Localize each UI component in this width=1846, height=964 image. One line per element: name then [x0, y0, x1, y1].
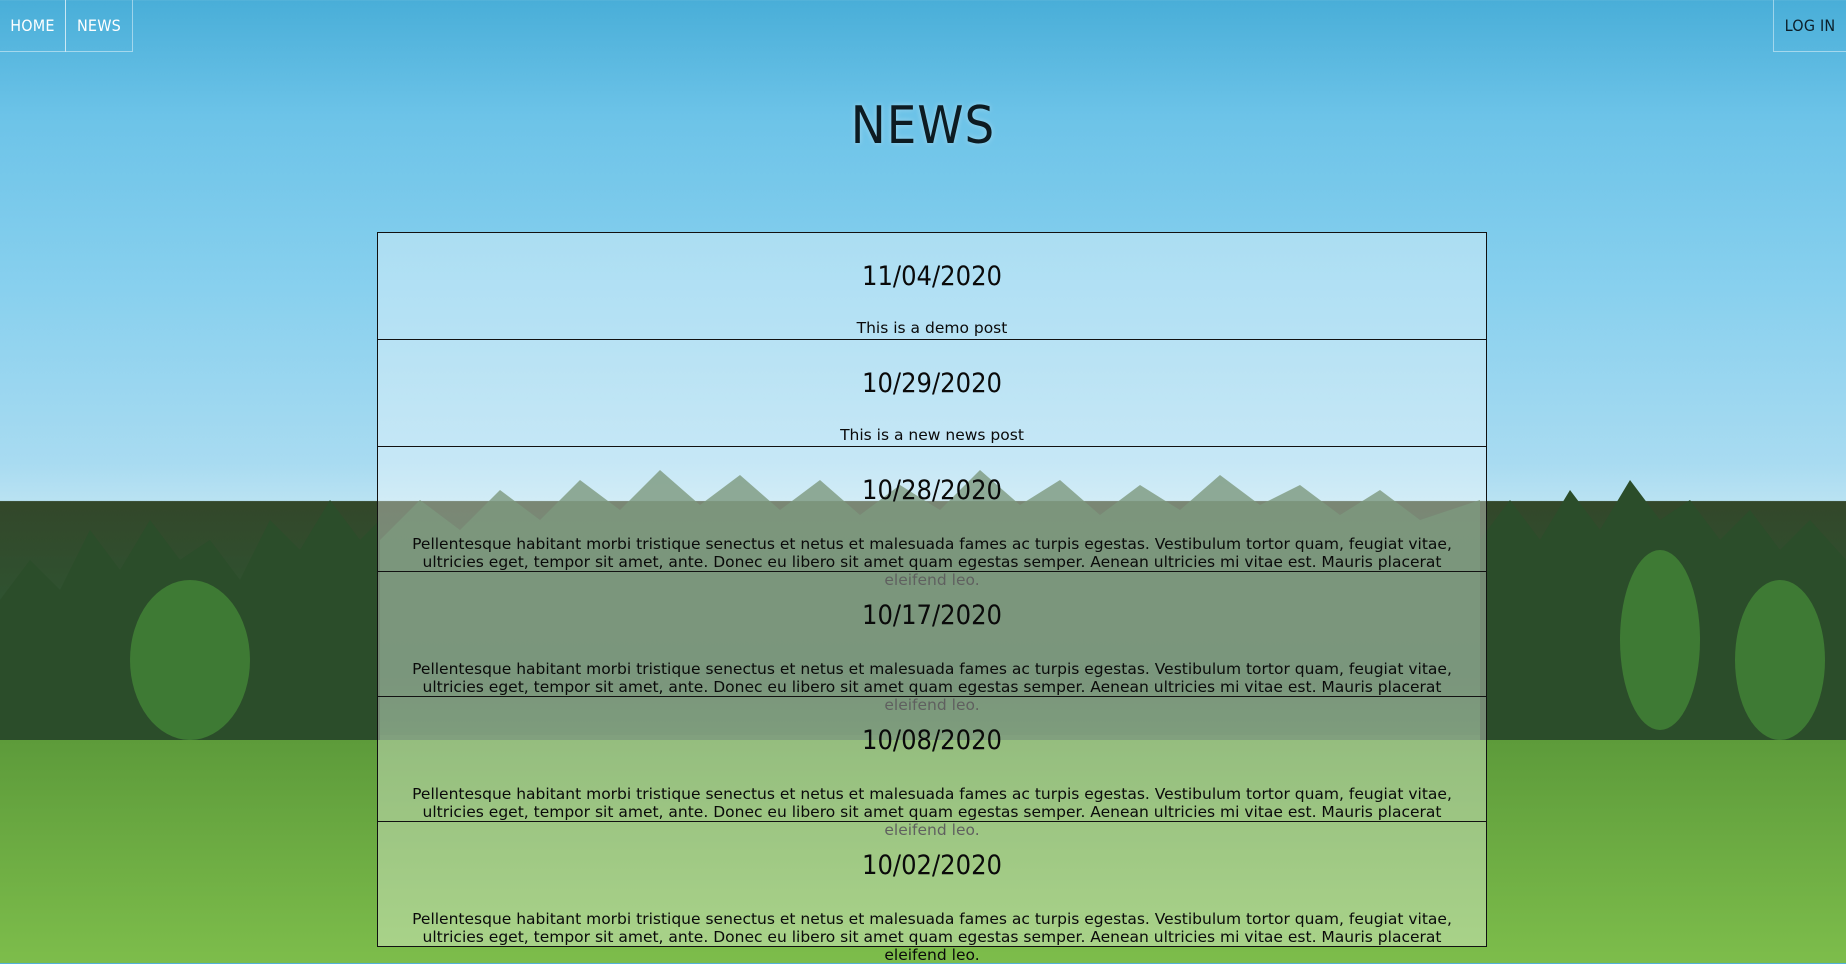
news-post-list: 11/04/2020 This is a demo post 10/29/202… [377, 232, 1487, 964]
post-date: 10/28/2020 [862, 475, 1002, 506]
news-post: 10/29/2020 This is a new news post [377, 339, 1487, 447]
news-post: 10/17/2020 Pellentesque habitant morbi t… [377, 571, 1487, 714]
post-date: 11/04/2020 [862, 261, 1002, 292]
top-navigation: HOME NEWS LOG IN [0, 0, 1846, 53]
news-post: 10/08/2020 Pellentesque habitant morbi t… [377, 696, 1487, 839]
news-post: 11/04/2020 This is a demo post [377, 232, 1487, 340]
post-date: 10/17/2020 [862, 600, 1002, 631]
post-body: This is a demo post [856, 319, 1008, 337]
post-date: 10/08/2020 [862, 725, 1002, 756]
post-date: 10/02/2020 [862, 850, 1002, 881]
nav-news-link[interactable]: NEWS [65, 0, 133, 52]
nav-home-link[interactable]: HOME [0, 0, 66, 52]
post-body: This is a new news post [840, 426, 1024, 444]
page-title: NEWS [850, 96, 996, 156]
nav-login-link[interactable]: LOG IN [1773, 0, 1846, 52]
post-body: Pellentesque habitant morbi tristique se… [412, 910, 1452, 964]
post-date: 10/29/2020 [862, 368, 1002, 399]
news-post: 10/28/2020 Pellentesque habitant morbi t… [377, 446, 1487, 589]
news-post: 10/02/2020 Pellentesque habitant morbi t… [377, 821, 1487, 964]
